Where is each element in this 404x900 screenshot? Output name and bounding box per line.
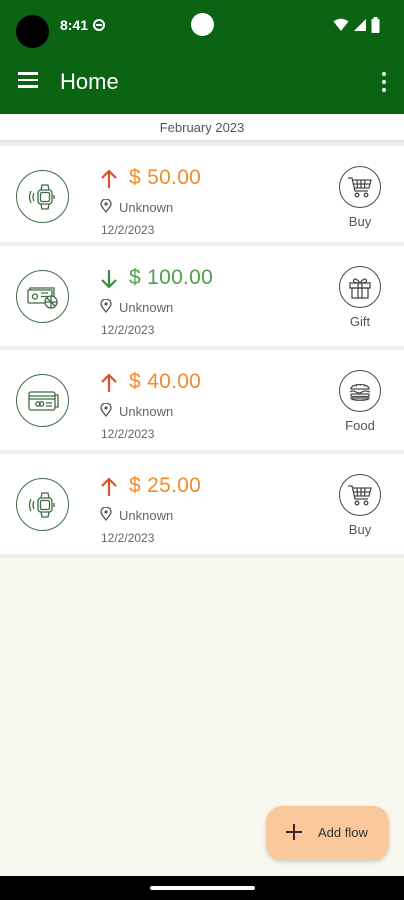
- transaction-date: 12/2/2023: [101, 427, 155, 441]
- category-label: Gift: [349, 314, 371, 329]
- app-bar: Home: [0, 52, 404, 114]
- add-flow-label: Add flow: [318, 825, 368, 840]
- category-label: Food: [345, 418, 375, 433]
- plus-icon: [286, 824, 302, 840]
- do-not-disturb-icon: [93, 19, 105, 31]
- system-icons: [333, 17, 380, 33]
- month-header: February 2023: [0, 114, 404, 142]
- arrow-up-icon: [101, 169, 117, 188]
- transaction-date: 12/2/2023: [101, 223, 155, 237]
- status-bar: 8:41: [0, 0, 404, 52]
- transaction-list: $ 50.00 Unknown 12/2/2023 Buy $ 100.00 U…: [0, 142, 404, 558]
- category-label: Buy: [348, 522, 372, 537]
- burger-icon: [339, 370, 381, 412]
- arrow-down-icon: [101, 270, 117, 289]
- smartwatch-icon: [16, 478, 69, 531]
- status-time: 8:41: [60, 17, 89, 33]
- smartwatch-icon: [16, 170, 69, 223]
- shopping-cart-icon: [339, 166, 381, 208]
- cash-icon: [16, 270, 69, 323]
- wifi-icon: [333, 18, 349, 31]
- signal-icon: [354, 19, 366, 31]
- home-gesture-handle[interactable]: [150, 886, 255, 890]
- transaction-row[interactable]: $ 40.00 Unknown 12/2/2023 Food: [0, 350, 404, 454]
- transaction-amount: $ 50.00: [129, 166, 202, 189]
- arrow-up-icon: [101, 373, 117, 392]
- gift-icon: [339, 266, 381, 308]
- shopping-cart-icon: [339, 474, 381, 516]
- transaction-location: Unknown: [119, 300, 174, 315]
- transaction-row[interactable]: $ 25.00 Unknown 12/2/2023 Buy: [0, 454, 404, 558]
- credit-card-icon: [16, 374, 69, 427]
- location-pin-icon: [100, 403, 112, 417]
- camera-dot-icon: [191, 13, 214, 36]
- camera-cutout: [16, 15, 49, 48]
- transaction-date: 12/2/2023: [101, 323, 155, 337]
- transaction-row[interactable]: $ 50.00 Unknown 12/2/2023 Buy: [0, 142, 404, 246]
- transaction-amount: $ 25.00: [129, 474, 202, 497]
- location-pin-icon: [100, 507, 112, 521]
- arrow-up-icon: [101, 477, 117, 496]
- transaction-location: Unknown: [119, 404, 174, 419]
- location-pin-icon: [100, 299, 112, 313]
- add-flow-button[interactable]: Add flow: [266, 806, 389, 860]
- more-options-icon[interactable]: [380, 72, 388, 92]
- transaction-row[interactable]: $ 100.00 Unknown 12/2/2023 Gift: [0, 246, 404, 350]
- transaction-date: 12/2/2023: [101, 531, 155, 545]
- transaction-location: Unknown: [119, 200, 174, 215]
- battery-icon: [371, 17, 380, 33]
- hamburger-menu-icon[interactable]: [18, 72, 38, 88]
- page-title: Home: [60, 69, 119, 94]
- category-label: Buy: [348, 214, 372, 229]
- transaction-location: Unknown: [119, 508, 174, 523]
- transaction-amount: $ 40.00: [129, 370, 202, 393]
- transaction-amount: $ 100.00: [129, 266, 214, 289]
- system-navigation-bar: [0, 876, 404, 900]
- location-pin-icon: [100, 199, 112, 213]
